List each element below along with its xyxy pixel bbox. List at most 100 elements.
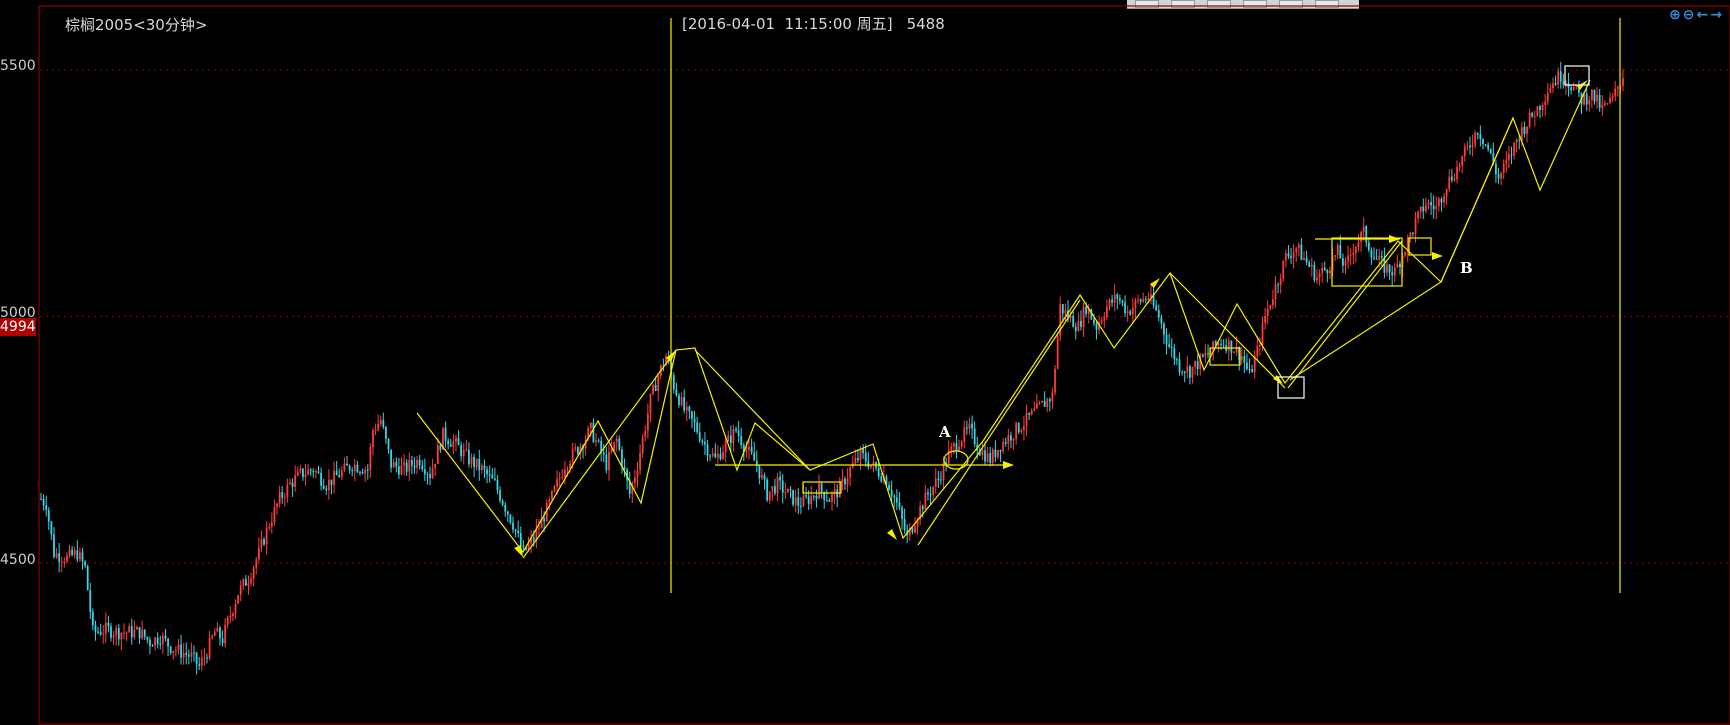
candle-body <box>1010 435 1012 441</box>
candle-body <box>688 406 691 412</box>
candle-body <box>1342 258 1344 266</box>
candle-body <box>1375 259 1378 261</box>
candle-body <box>125 632 128 634</box>
candle-body <box>1362 226 1365 233</box>
zoom-out-icon[interactable]: ⊖ <box>1683 7 1697 23</box>
candle-body <box>120 632 123 640</box>
candle-body <box>711 453 714 456</box>
candle-body <box>1186 366 1189 373</box>
candle-body <box>1456 166 1458 180</box>
candle-body <box>556 479 558 487</box>
candle-body <box>452 441 455 447</box>
candle-body <box>950 446 953 451</box>
candle-body <box>1204 353 1207 357</box>
candle-body <box>955 443 958 451</box>
cursor-datetime: [2016-04-01 11:15:00 周五] <box>682 15 893 33</box>
candle-body <box>825 499 828 501</box>
candle-body <box>1137 299 1139 301</box>
candle-body <box>174 650 177 652</box>
candle-body <box>646 413 649 431</box>
candle-body <box>991 449 994 464</box>
candle-body <box>493 478 496 480</box>
candle-body <box>965 427 968 429</box>
trend-line <box>1289 79 1591 381</box>
candle-body <box>1220 343 1222 345</box>
candle-body <box>680 397 683 405</box>
zoom-in-icon[interactable]: ⊕ <box>1669 7 1683 23</box>
candle-body <box>299 468 302 472</box>
candle-body <box>1284 253 1287 261</box>
candle-body <box>1038 402 1041 404</box>
arrow-left-icon[interactable]: ← <box>1697 7 1711 23</box>
candle-body <box>97 631 99 633</box>
candle-body <box>789 488 792 490</box>
candle-body <box>1554 83 1557 85</box>
candle-body <box>172 650 175 653</box>
candle-body <box>1134 299 1137 308</box>
candle-body <box>1183 372 1186 374</box>
candle-body <box>1484 144 1487 146</box>
candle-body <box>1264 316 1267 323</box>
candle-body <box>1290 256 1292 259</box>
candle-body <box>1380 255 1383 258</box>
candle-body <box>136 627 138 630</box>
candle-body <box>633 477 636 484</box>
candle-body <box>898 502 901 508</box>
reversal-box <box>1277 376 1305 399</box>
candle-body <box>1404 252 1407 256</box>
candle-body <box>602 452 605 455</box>
candle-body <box>73 550 76 555</box>
candle-body <box>66 555 68 562</box>
candle-body <box>750 446 753 453</box>
candle-body <box>91 611 94 626</box>
candle-body <box>128 626 131 633</box>
candle-body <box>392 462 395 468</box>
candle-body <box>1160 317 1163 324</box>
candle-body <box>1176 359 1178 361</box>
candle-body <box>729 435 732 444</box>
candle-body <box>426 474 429 476</box>
candle-body <box>343 463 346 471</box>
candle-body <box>1533 116 1536 118</box>
candle-body <box>927 492 929 495</box>
candle-body <box>1482 138 1484 145</box>
candle-body <box>890 489 893 497</box>
candle-body <box>566 468 569 470</box>
candle-body <box>1539 106 1541 110</box>
candle-body <box>377 423 380 431</box>
candle-body <box>929 494 932 496</box>
candle-body <box>1116 294 1119 299</box>
candle-body <box>820 483 823 493</box>
candle-body <box>219 627 221 639</box>
candle-body <box>1365 226 1368 243</box>
candle-body <box>940 479 942 481</box>
candle-body <box>522 545 525 548</box>
arrowhead <box>887 529 897 540</box>
candle-body <box>247 583 250 586</box>
candle-body <box>322 485 325 489</box>
candle-body <box>774 486 776 494</box>
candle-body <box>45 505 48 511</box>
candle-body <box>968 423 971 429</box>
candle-body <box>1316 277 1318 281</box>
candle-body <box>346 463 348 466</box>
candle-body <box>1549 88 1552 93</box>
candle-body <box>636 470 639 478</box>
candle-body <box>475 458 478 468</box>
drawn-annotations <box>416 18 1621 593</box>
candle-body <box>805 495 807 497</box>
candle-body <box>553 486 556 492</box>
candlestick-chart[interactable]: A B <box>0 0 1730 725</box>
candle-body <box>491 474 494 479</box>
candle-body <box>107 622 110 627</box>
candle-body <box>374 430 377 432</box>
price-gridlines <box>40 69 1730 564</box>
arrow-right-icon[interactable]: → <box>1710 7 1724 23</box>
candle-body <box>652 385 654 394</box>
candle-body <box>229 615 232 618</box>
candle-body <box>276 503 278 507</box>
candle-body <box>1523 126 1526 135</box>
candle-body <box>250 578 252 584</box>
candle-body <box>1609 97 1611 104</box>
candle-body <box>400 465 403 475</box>
